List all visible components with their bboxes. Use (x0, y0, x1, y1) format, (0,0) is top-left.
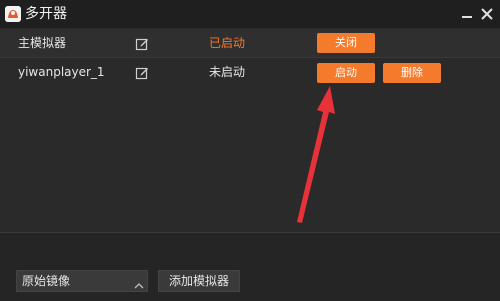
instance-status: 已启动 (209, 36, 246, 50)
instance-row: 主模拟器 已启动 关闭 (0, 29, 500, 57)
instance-row: yiwanplayer_1 未启动 启动 删除 (0, 58, 500, 86)
instance-list-empty-area (0, 87, 500, 232)
delete-instance-button[interactable]: 删除 (383, 63, 441, 83)
close-instance-button[interactable]: 关闭 (317, 33, 375, 53)
edit-icon[interactable] (135, 36, 149, 51)
multi-instance-window: 多开器 主模拟器 已启动 关闭 yiwanplayer_1 未启动 启动 删除 … (0, 0, 500, 301)
image-select-value: 原始镜像 (22, 274, 71, 288)
minimize-icon[interactable] (458, 5, 476, 23)
instance-name: 主模拟器 (18, 36, 67, 50)
window-title: 多开器 (25, 6, 67, 22)
add-emulator-button[interactable]: 添加模拟器 (158, 270, 240, 292)
edit-icon[interactable] (135, 65, 149, 80)
close-icon[interactable] (478, 5, 496, 23)
app-logo-icon (5, 6, 21, 22)
title-bar[interactable]: 多开器 (0, 0, 500, 28)
start-instance-button[interactable]: 启动 (317, 63, 375, 83)
instance-name: yiwanplayer_1 (18, 65, 105, 79)
instance-status: 未启动 (209, 65, 246, 79)
chevron-up-icon[interactable] (133, 276, 145, 289)
image-select[interactable]: 原始镜像 (16, 270, 148, 292)
footer-divider (0, 232, 500, 233)
